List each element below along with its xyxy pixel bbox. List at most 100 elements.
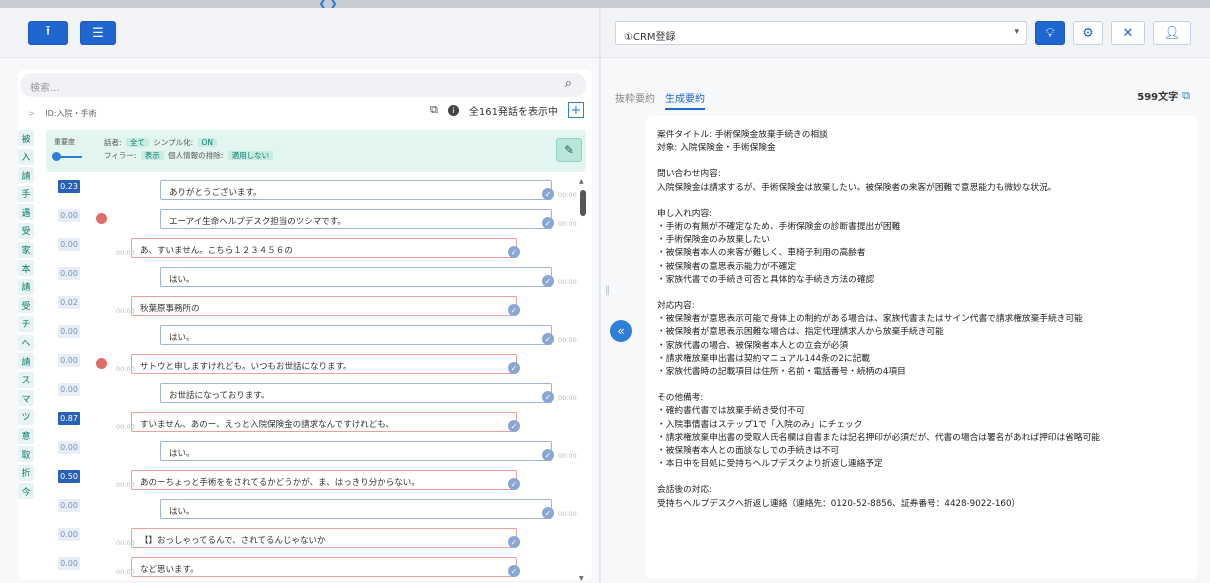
- summary-line: 案件タイトル: 手術保険金放棄手続きの相談: [657, 130, 828, 140]
- check-icon[interactable]: ✓: [508, 565, 520, 577]
- customer-utterance[interactable]: サトウと申しますけれども。いつもお世話になります。: [131, 354, 517, 374]
- utterance-row: 0.50 あのーちょっと手術ををされてるかどうかが、ま、はっきり分からない。 00:…: [18, 468, 578, 497]
- customer-utterance[interactable]: 秋葉原事務所の: [131, 296, 517, 316]
- customer-utterance[interactable]: あのーちょっと手術ををされてるかどうかが、ま、はっきり分からない。: [131, 470, 517, 490]
- crm-select[interactable]: ①CRM登録 ▾: [615, 21, 1027, 45]
- summary-line: ・被保険者本人との面談なしでの手続きは不可: [657, 446, 840, 457]
- transcript-scrollbar[interactable]: ▲ ▼: [579, 178, 586, 582]
- pencil-icon: ✎: [563, 143, 575, 157]
- check-icon[interactable]: ✓: [542, 333, 554, 345]
- utterance-time: 00:00: [116, 423, 135, 431]
- importance-slider-handle[interactable]: [52, 152, 61, 161]
- operator-utterance[interactable]: お世話になっております。: [160, 383, 552, 403]
- utterance-row: 0.00 はい。 00:00 ✓: [18, 323, 578, 352]
- char-count-value: 599文字: [1137, 92, 1179, 103]
- collapse-button[interactable]: «: [610, 320, 632, 342]
- scroll-down-icon[interactable]: ▼: [579, 575, 584, 582]
- speaker-label: 話者:: [104, 138, 122, 147]
- breadcrumb: > ID:入院・手術: [28, 108, 96, 119]
- check-icon[interactable]: ✓: [508, 478, 520, 490]
- summary-line: ・家族代書の場合、被保険者本人との立会が必須: [657, 340, 849, 351]
- scrollbar-thumb[interactable]: [580, 190, 586, 216]
- utterance-row: 0.00 【】おっしゃってるんで、されてるんじゃないか 00:00 ✓: [18, 526, 578, 555]
- summary-line: ・本日中を目処に受持ちヘルプデスクより折返し連絡予定: [657, 459, 883, 470]
- check-icon[interactable]: ✓: [508, 362, 520, 374]
- importance-score: 0.23: [58, 180, 80, 193]
- settings-button[interactable]: ⚙: [1073, 21, 1103, 45]
- tab-generated-summary[interactable]: 生成要約: [665, 90, 705, 110]
- close-button[interactable]: ✕: [1111, 21, 1145, 45]
- speaker-alert-icon: [96, 358, 107, 369]
- check-icon[interactable]: ✓: [508, 304, 520, 316]
- pii-chip[interactable]: 適用しない: [227, 151, 274, 160]
- operator-utterance[interactable]: ありがとうございます。: [160, 180, 552, 200]
- bulb-button[interactable]: 💡︎: [1035, 21, 1065, 45]
- summary-text: 案件タイトル: 手術保険金放棄手続きの相談 対象: 入院保険金・手術保険金 問い合わ…: [645, 116, 1198, 579]
- check-icon[interactable]: ✓: [542, 449, 554, 461]
- copy-icon[interactable]: ⧉: [1182, 89, 1190, 103]
- check-icon[interactable]: ✓: [508, 246, 520, 258]
- utterance-time: 00:00: [558, 452, 577, 460]
- category-tag[interactable]: 入: [18, 148, 34, 165]
- customer-utterance[interactable]: あ、すいません。こちら１２３４５６の: [131, 238, 517, 258]
- user-button[interactable]: 👤︎: [1153, 21, 1191, 45]
- speaker-alert-icon: [96, 213, 107, 224]
- check-icon[interactable]: ✓: [508, 536, 520, 548]
- summary-line: ・手術の有無が不確定なため、手術保険金の診断書提出が困難: [657, 222, 901, 233]
- category-tag[interactable]: 被: [18, 130, 34, 146]
- simple-chip[interactable]: ON: [197, 138, 218, 147]
- utterance-time: 00:00: [116, 307, 135, 315]
- customer-utterance[interactable]: など思います。: [131, 557, 517, 577]
- utterance-time: 00:00: [116, 481, 135, 489]
- add-button[interactable]: +: [568, 102, 584, 118]
- check-icon[interactable]: ✓: [542, 217, 554, 229]
- utterance-time: 00:00: [116, 365, 135, 373]
- pane-splitter-handle[interactable]: ‖: [605, 285, 610, 296]
- check-icon[interactable]: ✓: [542, 275, 554, 287]
- pii-label: 個人情報の排除:: [168, 151, 224, 160]
- check-icon[interactable]: ✓: [542, 188, 554, 200]
- copy-icon[interactable]: ⧉: [430, 103, 438, 117]
- summary-line: その他備考:: [657, 393, 704, 404]
- utterance-count: 全161発話を表示中: [468, 106, 558, 118]
- chevron-right-icon[interactable]: >: [28, 109, 35, 118]
- list-button[interactable]: ☰: [80, 21, 116, 45]
- search-icon[interactable]: ⌕: [565, 76, 572, 91]
- utterance-time: 00:00: [558, 191, 577, 199]
- info-icon[interactable]: i: [447, 104, 459, 116]
- close-icon: ✕: [1122, 25, 1134, 41]
- importance-label: 重要度: [54, 138, 75, 146]
- operator-utterance[interactable]: はい。: [160, 441, 552, 461]
- upload-button[interactable]: ⭱: [28, 21, 68, 45]
- customer-utterance[interactable]: 【】おっしゃってるんで、されてるんじゃないか: [131, 528, 517, 548]
- summary-line: 入院保険金は請求するが、手術保険金は放棄したい。被保険者の来客が困難で意思能力も…: [657, 182, 1057, 193]
- operator-utterance[interactable]: はい。: [160, 267, 552, 287]
- gear-icon: ⚙: [1082, 25, 1094, 41]
- importance-score: 0.00: [58, 238, 80, 251]
- summary-line: ・手術保険金のみ放棄したい: [657, 235, 770, 246]
- check-icon[interactable]: ✓: [542, 507, 554, 519]
- summary-line: 対象: 入院保険金・手術保険金: [657, 143, 776, 154]
- operator-utterance[interactable]: はい。: [160, 499, 552, 519]
- summary-line: [657, 379, 1186, 392]
- check-icon[interactable]: ✓: [542, 391, 554, 403]
- customer-utterance[interactable]: すいません、あのー、えっと入院保険金の請求なんですけれども、: [131, 412, 517, 432]
- speaker-chip[interactable]: 全て: [125, 138, 149, 147]
- edit-filter-button[interactable]: ✎: [556, 138, 582, 162]
- list-icon: ☰: [92, 25, 104, 41]
- check-icon[interactable]: ✓: [508, 420, 520, 432]
- tab-extract-summary[interactable]: 抜粋要約: [615, 90, 655, 110]
- operator-utterance[interactable]: はい。: [160, 325, 552, 345]
- scroll-up-icon[interactable]: ▲: [579, 178, 584, 185]
- utterance-row: 0.87 すいません、あのー、えっと入院保険金の請求なんですけれども、 00:00 ✓: [18, 410, 578, 439]
- summary-line: ・被保険者本人の来客が難しく、車椅子利用の高齢者: [657, 248, 866, 259]
- operator-utterance[interactable]: エーアイ生命ヘルプデスク担当のツシマです。: [160, 209, 552, 229]
- filler-chip[interactable]: 表示: [140, 151, 164, 160]
- summary-line: ・請求権放棄申出書は契約マニュアル144条の2に記載: [657, 353, 870, 364]
- filler-label: フィラー:: [104, 151, 137, 160]
- utterance-row: 0.00 はい。 00:00 ✓: [18, 497, 578, 526]
- summary-line: ・家族代書時の記載項目は住所・名前・電話番号・続柄の4項目: [657, 367, 906, 378]
- search-input[interactable]: 検索... ⌕: [20, 73, 586, 97]
- utterance-row: 0.00 はい。 00:00 ✓: [18, 439, 578, 468]
- transcript-header-actions: ⧉ i 全161発話を表示中 +: [430, 102, 584, 118]
